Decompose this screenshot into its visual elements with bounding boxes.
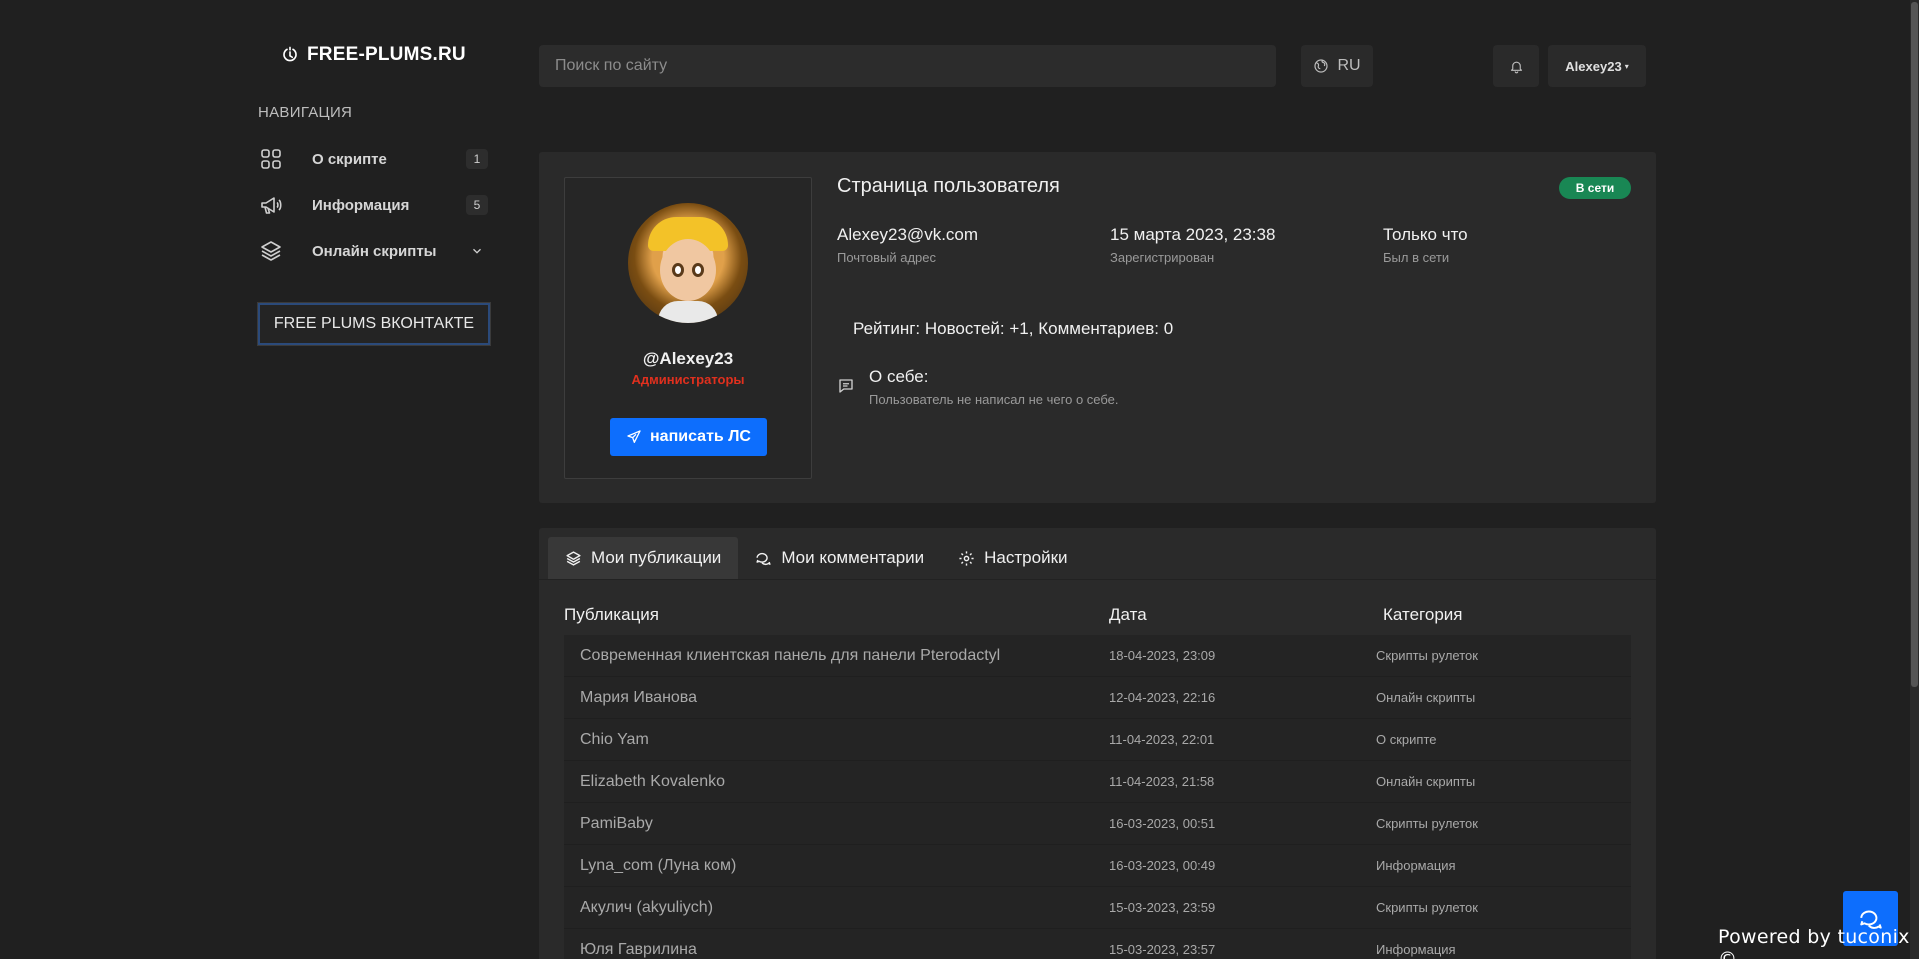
publication-category: Скрипты рулеток — [1376, 648, 1478, 663]
avatar-panel: @Alexey23 Администраторы написать ЛС — [564, 177, 812, 479]
layers-icon — [258, 238, 284, 264]
publication-title[interactable]: Мария Иванова — [580, 689, 697, 707]
gear-icon — [959, 550, 974, 566]
column-header-category: Категория — [1383, 605, 1463, 624]
last-seen-value: Только что — [1383, 225, 1468, 244]
table-row[interactable]: Chio Yam 11-04-2023, 22:01 О скрипте — [564, 719, 1631, 761]
registered-label: Зарегистрирован — [1110, 250, 1215, 265]
publication-date: 18-04-2023, 23:09 — [1109, 648, 1216, 663]
profile-card: @Alexey23 Администраторы написать ЛС Стр… — [539, 152, 1656, 503]
sidebar-item-label: Информация — [312, 196, 410, 214]
table-row[interactable]: Акулич (akyuliych) 15-03-2023, 23:59 Скр… — [564, 887, 1631, 929]
powered-by-text: Powered by tuconix © — [1718, 926, 1910, 959]
tabs-divider — [539, 579, 1656, 580]
page-scrollbar[interactable] — [1910, 0, 1919, 959]
publication-title[interactable]: Акулич (akyuliych) — [580, 899, 713, 917]
tab-my-comments[interactable]: Мои комментарии — [738, 537, 941, 579]
caret-down-icon: ▾ — [1624, 61, 1629, 71]
publication-title[interactable]: Chio Yam — [580, 731, 649, 749]
chat-icon — [756, 552, 771, 565]
message-square-icon — [839, 379, 853, 393]
sidebar-item-label: О скрипте — [312, 150, 387, 168]
tab-my-publications[interactable]: Мои публикации — [548, 537, 739, 579]
sidebar-item-count: 5 — [466, 195, 488, 215]
table-row[interactable]: Юля Гаврилина 15-03-2023, 23:57 Информац… — [564, 929, 1631, 959]
megaphone-icon — [258, 192, 284, 218]
about-title: О себе: — [869, 367, 929, 386]
sidebar-item-online-scripts[interactable]: Онлайн скрипты — [258, 233, 488, 269]
user-menu-button[interactable]: Alexey23 ▾ — [1548, 45, 1646, 87]
page-title: Страница пользователя — [837, 175, 1060, 197]
column-header-date: Дата — [1109, 605, 1147, 624]
table-row[interactable]: PamiBaby 16-03-2023, 00:51 Скрипты рулет… — [564, 803, 1631, 845]
tab-label: Мои комментарии — [781, 548, 925, 567]
navigation-heading: НАВИГАЦИЯ — [258, 104, 353, 121]
publication-category: О скрипте — [1376, 732, 1437, 747]
chevron-down-icon — [473, 248, 481, 254]
publication-category: Скрипты рулеток — [1376, 816, 1478, 831]
sidebar-item-about-script[interactable]: О скрипте 1 — [258, 141, 488, 177]
publication-title[interactable]: Юля Гаврилина — [580, 941, 697, 959]
column-header-publication: Публикация — [564, 605, 660, 624]
publication-date: 11-04-2023, 22:01 — [1109, 732, 1215, 747]
table-row[interactable]: Elizabeth Kovalenko 11-04-2023, 21:58 Он… — [564, 761, 1631, 803]
publication-title[interactable]: Elizabeth Kovalenko — [580, 773, 725, 791]
globe-icon — [1314, 59, 1329, 73]
publication-title[interactable]: Современная клиентская панель для панели… — [580, 647, 1000, 665]
table-row[interactable]: Lyna_com (Луна ком) 16-03-2023, 00:49 Ин… — [564, 845, 1631, 887]
publications-card: Мои публикации Мои комментарии Настройки… — [539, 528, 1656, 959]
registered-value: 15 марта 2023, 23:38 — [1110, 225, 1276, 244]
table-row[interactable]: Современная клиентская панель для панели… — [564, 635, 1631, 677]
email-label: Почтовый адрес — [837, 250, 936, 265]
avatar — [628, 203, 748, 323]
search-input[interactable] — [539, 45, 1276, 87]
publication-title[interactable]: Lyna_com (Луна ком) — [580, 857, 736, 875]
publication-category: Скрипты рулеток — [1376, 900, 1478, 915]
bell-icon — [1510, 61, 1522, 73]
layers-icon — [566, 550, 581, 566]
user-menu-label: Alexey23 — [1565, 58, 1622, 74]
publication-category: Онлайн скрипты — [1376, 774, 1476, 789]
profile-username: @Alexey23 — [642, 349, 734, 368]
sidebar-item-information[interactable]: Информация 5 — [258, 187, 488, 223]
site-name: FREE-PLUMS.RU — [307, 44, 466, 65]
publication-category: Информация — [1376, 858, 1456, 873]
notifications-button[interactable] — [1493, 45, 1539, 87]
grid-icon — [258, 146, 284, 172]
publication-date: 11-04-2023, 21:58 — [1109, 774, 1215, 789]
scrollbar-thumb[interactable] — [1911, 2, 1918, 687]
table-row[interactable]: Мария Иванова 12-04-2023, 22:16 Онлайн с… — [564, 677, 1631, 719]
publication-category: Онлайн скрипты — [1376, 690, 1476, 705]
tab-label: Мои публикации — [591, 548, 722, 567]
language-label: RU — [1337, 57, 1361, 74]
send-icon — [627, 430, 641, 443]
publication-title[interactable]: PamiBaby — [580, 815, 653, 833]
profile-tabs: Мои публикации Мои комментарии Настройки — [548, 537, 1085, 579]
sidebar-item-count: 1 — [466, 149, 488, 169]
status-badge: В сети — [1559, 177, 1631, 199]
language-selector[interactable]: RU — [1301, 45, 1373, 87]
rating-text: Рейтинг: Новостей: +1, Комментариев: 0 — [853, 319, 1174, 338]
publication-date: 15-03-2023, 23:59 — [1109, 900, 1216, 915]
publication-date: 15-03-2023, 23:57 — [1109, 942, 1216, 957]
publication-date: 12-04-2023, 22:16 — [1109, 690, 1216, 705]
publications-table: Современная клиентская панель для панели… — [564, 635, 1631, 959]
logo-icon — [283, 46, 297, 62]
email-value: Alexey23@vk.com — [837, 225, 979, 244]
publication-date: 16-03-2023, 00:49 — [1109, 858, 1216, 873]
last-seen-label: Был в сети — [1383, 250, 1450, 265]
sidebar-item-label: Онлайн скрипты — [312, 242, 437, 260]
vk-community-button[interactable]: FREE PLUMS ВКОНТАКТЕ — [257, 302, 491, 346]
profile-role: Администраторы — [631, 372, 745, 387]
tab-label: Настройки — [984, 548, 1068, 567]
publication-category: Информация — [1376, 942, 1456, 957]
send-message-label: написать ЛС — [650, 428, 751, 445]
tab-settings[interactable]: Настройки — [941, 537, 1084, 579]
about-text: Пользователь не написал не чего о себе. — [869, 392, 1119, 407]
publication-date: 16-03-2023, 00:51 — [1109, 816, 1216, 831]
send-message-button[interactable]: написать ЛС — [610, 418, 767, 456]
site-logo[interactable]: FREE-PLUMS.RU — [281, 44, 466, 66]
